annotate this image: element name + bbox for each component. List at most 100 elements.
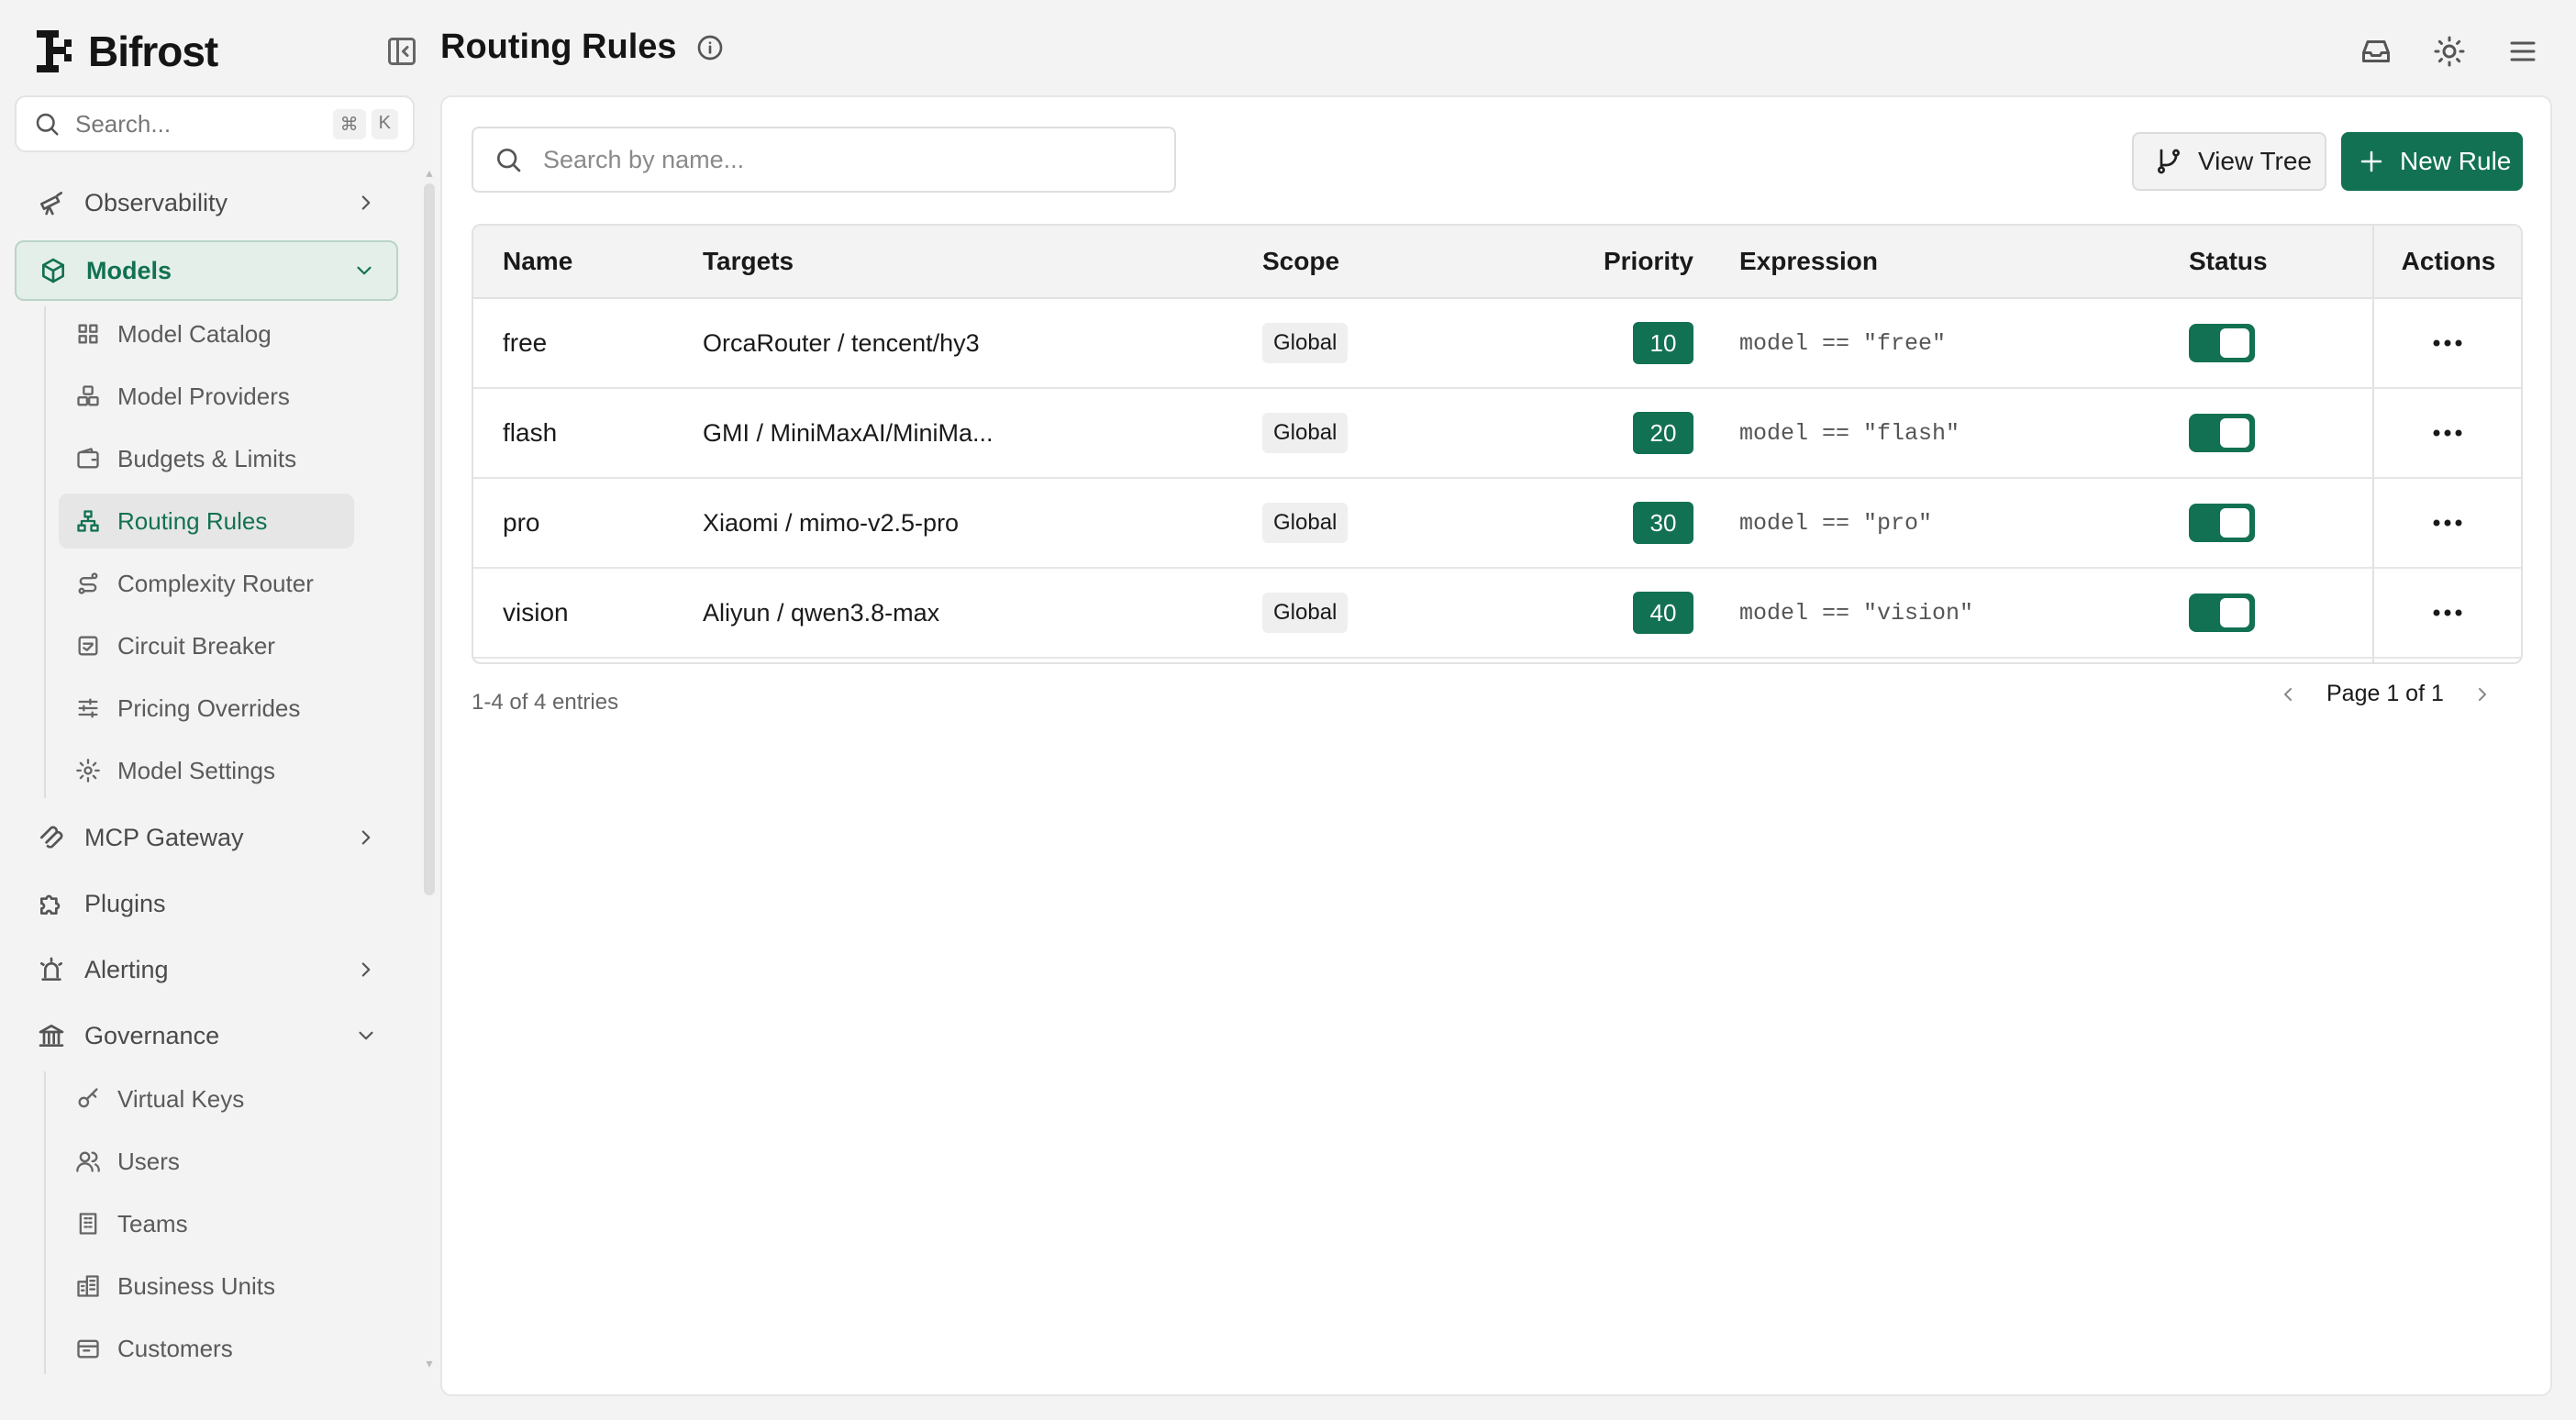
status-toggle[interactable] <box>2189 324 2255 362</box>
rule-expression: model == "pro" <box>1739 509 1933 537</box>
info-icon[interactable] <box>695 33 725 62</box>
sun-icon[interactable] <box>2433 35 2466 68</box>
chevron-down-icon <box>357 266 372 275</box>
sidebar-item-pricing-overrides[interactable]: Pricing Overrides <box>59 681 354 736</box>
column-header-targets: Targets <box>703 247 794 275</box>
mcp-icon <box>40 826 63 849</box>
rule-priority: 30 <box>1633 479 1693 567</box>
sidebar-item-model-settings[interactable]: Model Settings <box>59 743 354 798</box>
rule-scope: Global <box>1262 479 1349 567</box>
scroll-up-arrow[interactable]: ▴ <box>424 165 435 181</box>
table-row[interactable]: free OrcaRouter / tencent/hy3 Global 10 … <box>473 299 2521 389</box>
page-indicator: Page 1 of 1 <box>2326 681 2444 706</box>
status-toggle[interactable] <box>2189 504 2255 542</box>
rule-status <box>2189 299 2255 387</box>
sidebar-item-users[interactable]: Users <box>59 1134 354 1189</box>
rule-status <box>2189 389 2255 477</box>
main-panel: View Tree New Rule Name Targets Scope Pr… <box>440 95 2552 1396</box>
sidebar-item-circuit-breaker[interactable]: Circuit Breaker <box>59 618 354 673</box>
sidebar-item-business-units[interactable]: Business Units <box>59 1259 354 1314</box>
column-header-status: Status <box>2189 247 2268 275</box>
rules-search-input[interactable] <box>541 144 1095 175</box>
more-options-icon[interactable] <box>2429 517 2466 528</box>
status-toggle[interactable] <box>2189 594 2255 632</box>
sidebar-item-budgets-limits[interactable]: Budgets & Limits <box>59 431 354 486</box>
search-icon <box>497 149 521 172</box>
sidebar-item-model-providers[interactable]: Model Providers <box>59 369 354 424</box>
rule-actions <box>2429 479 2466 567</box>
wallet-icon <box>77 448 99 469</box>
entries-count: 1-4 of 4 entries <box>472 690 619 715</box>
column-header-actions: Actions <box>2401 247 2496 275</box>
rule-actions <box>2429 389 2466 477</box>
table-row[interactable]: flash GMI / MiniMaxAI/MiniMa... Global 2… <box>473 389 2521 479</box>
sidebar: Bifrost ⌘ K ▴ ▾ Observability Models <box>0 0 435 1420</box>
buildings-icon <box>77 1275 99 1297</box>
view-tree-button[interactable]: View Tree <box>2132 132 2326 191</box>
chevron-right-icon <box>361 962 371 977</box>
priority-badge: 30 <box>1633 502 1693 544</box>
sidebar-item-routing-rules[interactable]: Routing Rules <box>59 494 354 549</box>
sidebar-collapse-icon[interactable] <box>385 35 418 68</box>
sidebar-search[interactable]: ⌘ K <box>15 95 415 152</box>
sidebar-item-models[interactable]: Models <box>15 240 398 301</box>
sidebar-item-model-catalog[interactable]: Model Catalog <box>59 306 354 361</box>
rule-expression: model == "flash" <box>1739 419 1960 447</box>
rules-search[interactable] <box>472 127 1176 193</box>
table-header: Name Targets Scope Priority Expression S… <box>473 226 2521 299</box>
chevron-right-icon <box>361 195 371 210</box>
rule-priority: 20 <box>1633 389 1693 477</box>
gear-icon <box>76 759 100 782</box>
sidebar-item-observability[interactable]: Observability <box>15 172 398 233</box>
chevron-left-icon[interactable] <box>2277 683 2299 705</box>
bifrost-logo-icon <box>37 30 72 72</box>
sidebar-item-governance[interactable]: Governance <box>15 1005 398 1066</box>
menu-icon[interactable] <box>2506 35 2539 68</box>
rule-scope: Global <box>1262 299 1349 387</box>
sidebar-item-alerting[interactable]: Alerting <box>15 939 398 1000</box>
table-row[interactable]: vision Aliyun / qwen3.8-max Global 40 mo… <box>473 569 2521 659</box>
app-name: Bifrost <box>88 28 218 75</box>
rule-expression: model == "free" <box>1739 329 1947 357</box>
scope-badge: Global <box>1262 323 1349 363</box>
new-rule-button[interactable]: New Rule <box>2341 132 2523 191</box>
more-options-icon[interactable] <box>2429 607 2466 618</box>
rule-name: pro <box>503 508 540 537</box>
sidebar-search-input[interactable] <box>73 108 316 139</box>
rule-scope: Global <box>1262 569 1349 657</box>
sidebar-item-teams[interactable]: Teams <box>59 1196 354 1251</box>
scroll-down-arrow[interactable]: ▾ <box>424 1356 435 1371</box>
git-branch-icon <box>2158 149 2180 174</box>
table-row[interactable]: pro Xiaomi / mimo-v2.5-pro Global 30 mod… <box>473 479 2521 569</box>
actions-column-divider <box>2372 226 2374 662</box>
chevron-right-icon[interactable] <box>2471 683 2493 705</box>
landmark-icon <box>39 1025 64 1047</box>
sidebar-item-complexity-router[interactable]: Complexity Router <box>59 556 354 611</box>
sidebar-item-mcp-gateway[interactable]: MCP Gateway <box>15 807 398 868</box>
chevron-down-icon <box>359 1031 373 1040</box>
pagination: Page 1 of 1 <box>2277 681 2493 707</box>
priority-badge: 40 <box>1633 592 1693 634</box>
rule-targets: OrcaRouter / tencent/hy3 <box>703 328 980 357</box>
shortcut-key-cmd: ⌘ <box>332 108 366 139</box>
sidebar-scrollbar[interactable] <box>424 183 435 895</box>
more-options-icon[interactable] <box>2429 427 2466 438</box>
rule-actions <box>2429 299 2466 387</box>
sliders-icon <box>78 698 98 718</box>
rule-name: flash <box>503 418 558 447</box>
rule-targets: Xiaomi / mimo-v2.5-pro <box>703 508 960 537</box>
inbox-icon[interactable] <box>2359 35 2393 68</box>
breaker-icon <box>78 636 98 656</box>
app-logo[interactable]: Bifrost <box>37 26 218 77</box>
sidebar-item-customers[interactable]: Customers <box>59 1321 354 1376</box>
rule-status <box>2189 479 2255 567</box>
more-options-icon[interactable] <box>2429 338 2466 349</box>
scope-badge: Global <box>1262 413 1349 453</box>
rule-name: free <box>503 328 548 357</box>
telescope-icon <box>40 192 62 216</box>
rule-targets: Aliyun / qwen3.8-max <box>703 598 940 627</box>
sidebar-item-plugins[interactable]: Plugins <box>15 873 398 934</box>
sidebar-item-virtual-keys[interactable]: Virtual Keys <box>59 1071 354 1126</box>
status-toggle[interactable] <box>2189 414 2255 452</box>
column-header-expression: Expression <box>1739 247 1878 275</box>
